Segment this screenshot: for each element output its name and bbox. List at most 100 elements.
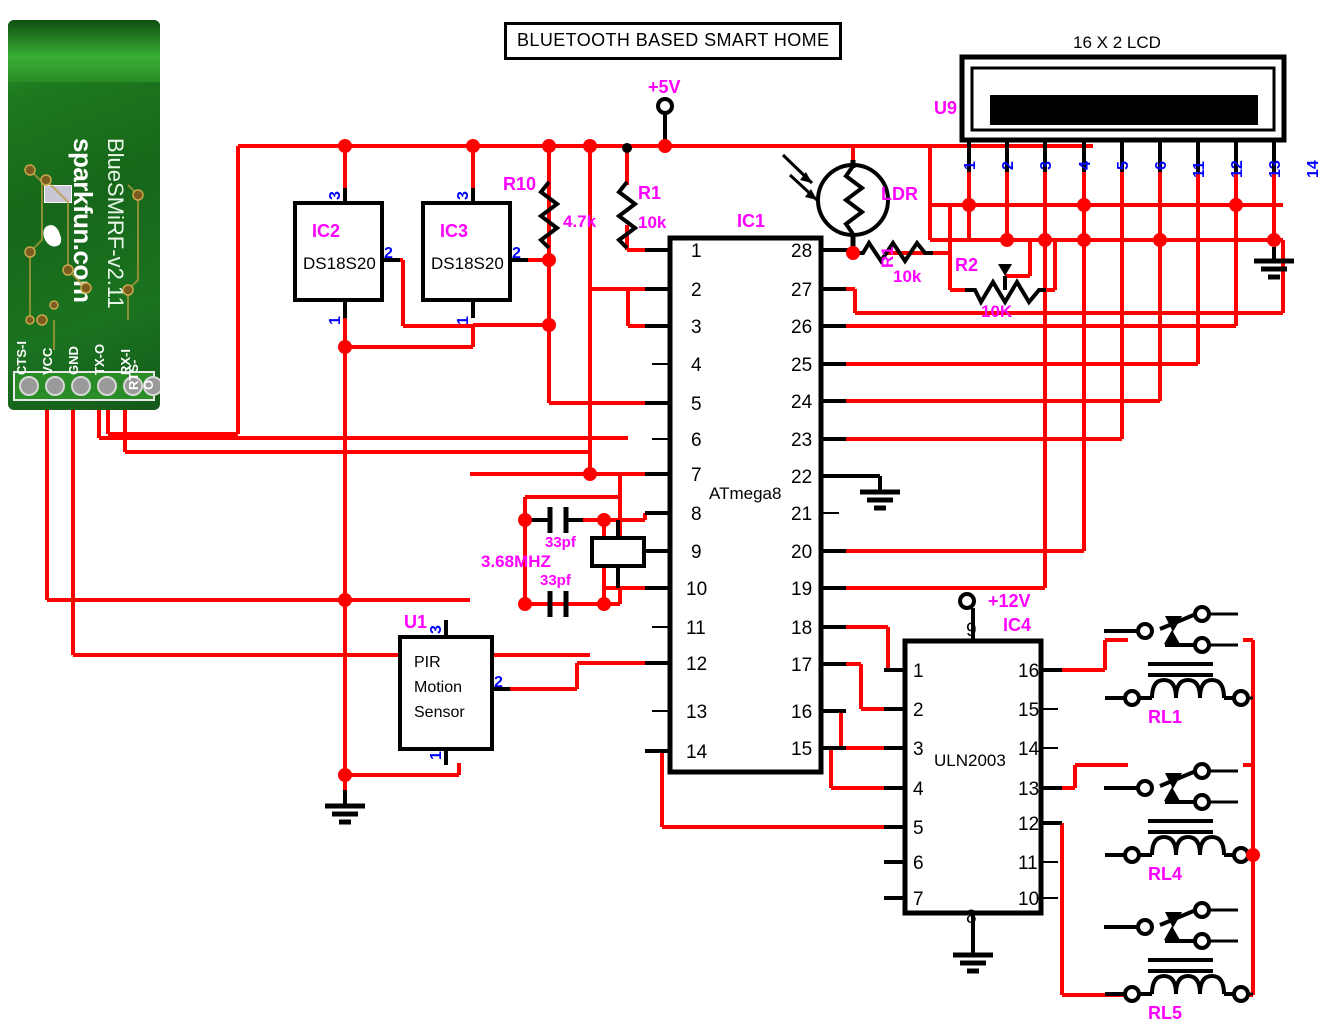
svg-text:1: 1	[455, 316, 472, 325]
svg-text:14: 14	[1305, 160, 1322, 178]
svg-text:9: 9	[691, 542, 702, 563]
ic1-part-label: ATmega8	[709, 484, 782, 503]
bluetooth-module: sparkfun.com BlueSMiRF-v2.11 CTS-I VCC G…	[8, 20, 160, 410]
svg-text:7: 7	[691, 465, 702, 486]
svg-text:3: 3	[455, 191, 472, 200]
rl4-label: RL4	[1148, 864, 1183, 884]
bt-pin-tx: TX-O	[92, 343, 107, 375]
r10-label: R10	[503, 174, 537, 194]
v5-terminal	[656, 97, 674, 115]
svg-text:3: 3	[1038, 161, 1055, 170]
ground-uln	[953, 943, 993, 974]
svg-text:14: 14	[1018, 739, 1040, 760]
svg-text:3: 3	[327, 191, 344, 200]
svg-text:1: 1	[428, 751, 445, 760]
svg-text:2: 2	[494, 674, 503, 691]
svg-text:6: 6	[913, 853, 924, 874]
ic3-label: IC3	[440, 221, 469, 241]
v12-terminal	[958, 592, 976, 610]
svg-text:11: 11	[1191, 161, 1208, 178]
r10-value: 4.7k	[563, 212, 597, 231]
component-symbols	[293, 54, 1294, 1003]
ic1-label: IC1	[737, 211, 766, 231]
svg-text:24: 24	[791, 392, 813, 413]
svg-text:5: 5	[691, 394, 702, 415]
svg-text:2: 2	[691, 280, 702, 301]
svg-text:5: 5	[1115, 161, 1132, 170]
pir-line-3: Sensor	[414, 704, 465, 721]
crystal-body	[590, 536, 646, 568]
rl5-label: RL5	[1148, 1003, 1183, 1023]
ic2-body	[293, 201, 384, 302]
r1-divider-label: R1	[878, 246, 897, 268]
ic3-part-label: DS18S20	[431, 254, 504, 273]
svg-text:13: 13	[1018, 779, 1039, 800]
svg-text:19: 19	[791, 579, 812, 600]
svg-text:12: 12	[686, 654, 707, 675]
r1-divider-value: 10k	[893, 267, 922, 286]
svg-text:2: 2	[1000, 161, 1017, 170]
svg-text:4: 4	[1077, 161, 1094, 170]
svg-text:11: 11	[686, 618, 706, 639]
svg-text:23: 23	[791, 430, 812, 451]
r2-value: 10K	[981, 302, 1013, 321]
svg-text:6: 6	[691, 430, 702, 451]
ground-left	[325, 790, 365, 825]
cap-bottom-value: 33pf	[540, 572, 571, 589]
light-arrows	[781, 153, 819, 202]
ic3-body	[421, 201, 512, 302]
svg-text:5: 5	[913, 818, 924, 839]
svg-text:11: 11	[1018, 853, 1038, 874]
pir-line-2: Motion	[414, 679, 463, 696]
svg-text:2: 2	[512, 245, 521, 262]
ic2-label: IC2	[312, 221, 341, 241]
lcd-screen	[990, 95, 1258, 125]
svg-text:15: 15	[1018, 700, 1039, 721]
schematic-drawing: 123 456 789 101112 1314 282726 252423 22…	[45, 54, 1322, 1003]
u9-label: U9	[934, 98, 958, 118]
r2-label: R2	[955, 255, 979, 275]
ldr-label: LDR	[881, 184, 918, 204]
cap-top-value: 33pf	[545, 534, 576, 551]
lcd-title: 16 X 2 LCD	[1073, 33, 1161, 52]
svg-text:16: 16	[791, 702, 812, 723]
svg-text:1: 1	[327, 316, 344, 325]
v12-label: +12V	[988, 591, 1031, 611]
svg-text:10: 10	[686, 579, 707, 600]
svg-text:13: 13	[686, 702, 707, 723]
bt-pin-gnd: GND	[66, 346, 81, 375]
svg-text:20: 20	[791, 542, 812, 563]
r1-pullup-value: 10k	[638, 213, 667, 232]
rl1-label: RL1	[1148, 707, 1183, 727]
svg-text:16: 16	[1018, 661, 1039, 682]
svg-text:15: 15	[791, 739, 812, 760]
svg-text:1: 1	[691, 241, 702, 262]
svg-text:8: 8	[691, 504, 702, 525]
ldr-body	[816, 163, 890, 237]
svg-text:17: 17	[791, 655, 812, 676]
svg-text:7: 7	[913, 889, 924, 910]
r1-pullup-label: R1	[638, 183, 662, 203]
relay-rl4	[1104, 762, 1253, 864]
bt-pin-rts: RTS-O	[126, 359, 156, 390]
wire-net	[45, 113, 1285, 997]
u1-label: U1	[404, 612, 428, 632]
svg-text:18: 18	[791, 618, 812, 639]
svg-text:13: 13	[1267, 160, 1284, 178]
relay-rl5	[1104, 901, 1253, 1003]
svg-text:26: 26	[791, 317, 812, 338]
ground-mcu	[860, 476, 900, 511]
cap-top	[547, 507, 569, 533]
bt-pcb-traces	[13, 164, 160, 401]
svg-text:9: 9	[966, 620, 977, 641]
schematic-canvas: 123 456 789 10 11 12 13 14 28 27 26 25 24 23 22…	[0, 0, 1343, 1035]
svg-text:3: 3	[913, 739, 924, 760]
svg-text:12: 12	[1018, 814, 1039, 835]
svg-text:3: 3	[428, 625, 445, 634]
svg-text:2: 2	[384, 245, 393, 262]
svg-text:4: 4	[913, 779, 924, 800]
ic4-part-label: ULN2003	[934, 751, 1006, 770]
svg-text:12: 12	[1229, 160, 1246, 178]
svg-text:21: 21	[791, 504, 812, 525]
svg-text:10: 10	[1018, 889, 1039, 910]
